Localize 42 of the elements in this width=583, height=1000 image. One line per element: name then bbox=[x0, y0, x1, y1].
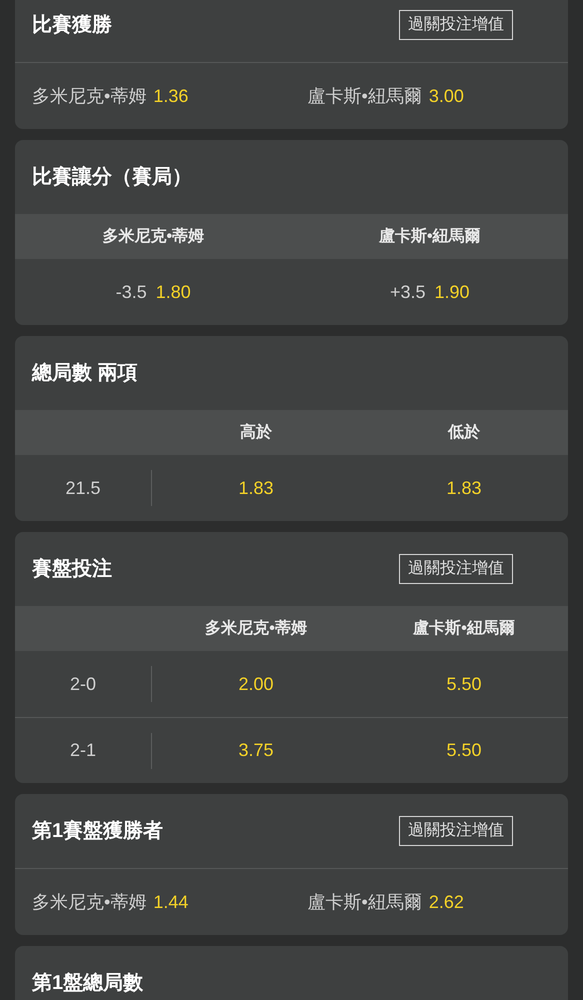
parlay-boost-button[interactable]: 過關投注增值 bbox=[399, 816, 513, 846]
market-title: 比賽讓分（賽局） bbox=[32, 164, 192, 190]
handicap-line: +3.5 bbox=[390, 280, 426, 304]
selection-button[interactable]: 多米尼克•蒂姆 1.36 bbox=[15, 63, 292, 129]
market-title: 比賽獲勝 bbox=[32, 12, 112, 38]
odds-value: 1.36 bbox=[153, 84, 188, 108]
odds-value: 2.62 bbox=[428, 890, 464, 914]
column-header: 盧卡斯•紐馬爾 bbox=[378, 226, 481, 246]
selection-button[interactable]: +3.5 1.90 bbox=[390, 267, 470, 317]
column-header: 多米尼克•蒂姆 bbox=[102, 226, 204, 246]
odds-button[interactable]: 2.00 bbox=[230, 664, 282, 704]
column-header: 高於 bbox=[240, 422, 272, 442]
odds-button[interactable]: 3.75 bbox=[230, 730, 282, 770]
odds-button[interactable]: 1.83 bbox=[438, 468, 490, 508]
row-label: 2-0 bbox=[70, 672, 96, 696]
odds-button[interactable]: 5.50 bbox=[438, 730, 490, 770]
market-title: 第1賽盤獲勝者 bbox=[32, 818, 164, 844]
row-label: 21.5 bbox=[65, 476, 101, 500]
player-name: 盧卡斯•紐馬爾 bbox=[308, 84, 422, 108]
odds-button[interactable]: 1.83 bbox=[230, 468, 282, 508]
odds-button[interactable]: 5.50 bbox=[438, 664, 490, 704]
selection-button[interactable]: 多米尼克•蒂姆 1.44 bbox=[15, 869, 292, 935]
selection-button[interactable]: -3.5 1.80 bbox=[116, 267, 191, 317]
handicap-line: -3.5 bbox=[116, 280, 147, 304]
column-header: 多米尼克•蒂姆 bbox=[205, 618, 307, 638]
column-header: 盧卡斯•紐馬爾 bbox=[413, 618, 515, 638]
selection-button[interactable]: 盧卡斯•紐馬爾 3.00 bbox=[292, 63, 568, 129]
selection-button[interactable]: 盧卡斯•紐馬爾 2.62 bbox=[292, 869, 568, 935]
player-name: 盧卡斯•紐馬爾 bbox=[308, 890, 422, 914]
market-title: 總局數 兩項 bbox=[32, 361, 138, 386]
player-name: 多米尼克•蒂姆 bbox=[32, 84, 146, 108]
market-title: 第1盤總局數 bbox=[32, 971, 144, 996]
odds-value: 1.44 bbox=[153, 890, 188, 914]
row-label: 2-1 bbox=[70, 739, 96, 762]
parlay-boost-button[interactable]: 過關投注增值 bbox=[399, 554, 513, 584]
odds-value: 1.80 bbox=[156, 280, 191, 304]
odds-value: 1.90 bbox=[434, 280, 470, 304]
column-header: 低於 bbox=[448, 422, 480, 442]
market-title: 賽盤投注 bbox=[32, 556, 112, 582]
player-name: 多米尼克•蒂姆 bbox=[32, 890, 146, 914]
odds-value: 3.00 bbox=[428, 84, 464, 108]
parlay-boost-button[interactable]: 過關投注增值 bbox=[399, 10, 513, 40]
